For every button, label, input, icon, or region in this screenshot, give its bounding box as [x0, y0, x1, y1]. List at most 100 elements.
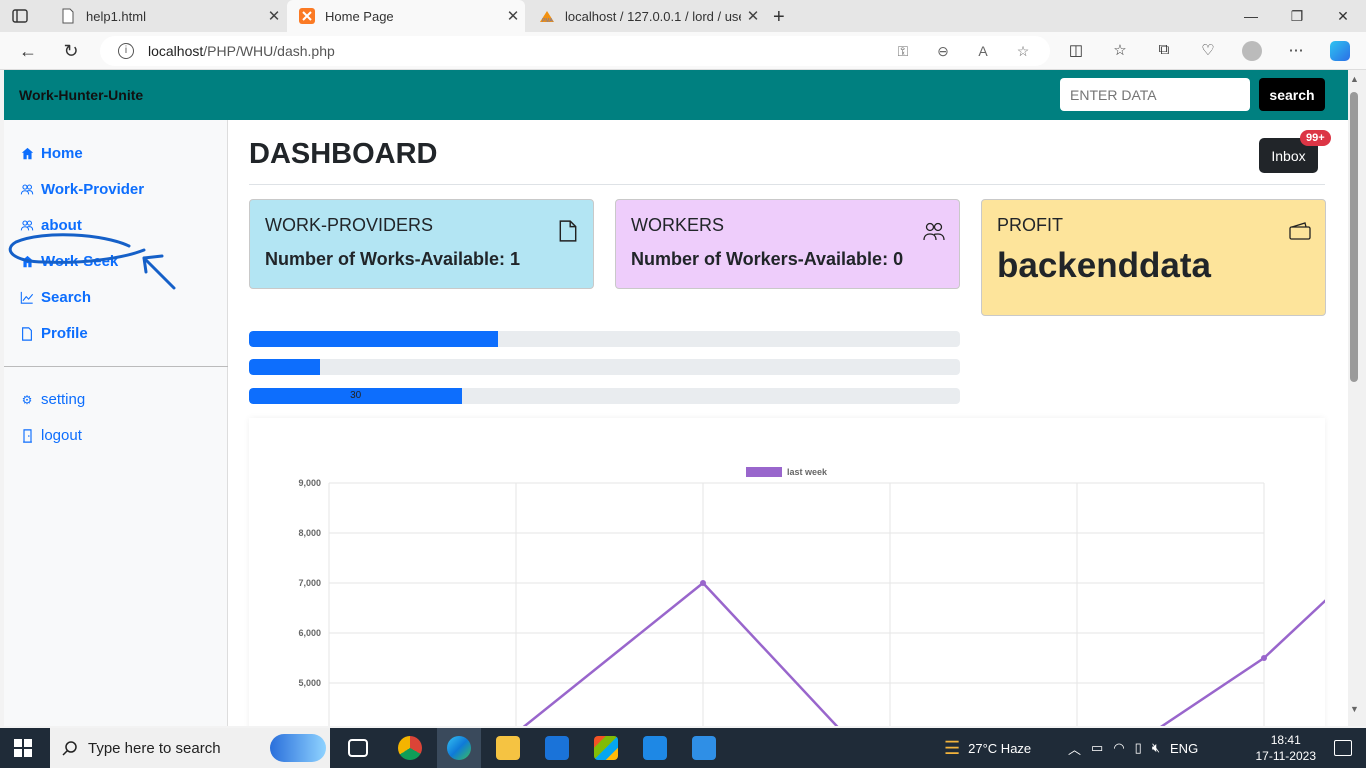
taskbar-search[interactable]: Type here to search: [50, 728, 330, 768]
page-title: DASHBOARD: [249, 138, 438, 170]
url-field[interactable]: i localhost/PHP/WHU/dash.php ⚿ ⊖ A ☆: [100, 36, 1050, 66]
scroll-down-icon[interactable]: ▼: [1350, 704, 1359, 714]
url-text: localhost/PHP/WHU/dash.php: [148, 43, 335, 59]
key-icon[interactable]: ⚿: [894, 43, 912, 59]
system-tray: ︿ ▭ ◠ ▯ 🔇︎ ENG: [1068, 728, 1198, 768]
chart-card: 9,0008,0007,0006,0005,0004,000last week: [249, 418, 1348, 726]
sidebar-item-label: Search: [41, 289, 92, 306]
url-host: localhost: [148, 43, 204, 59]
sidebar-item-search[interactable]: Search: [20, 289, 91, 306]
people-icon: [20, 219, 34, 233]
refresh-icon[interactable]: ↻: [61, 41, 81, 61]
vscode-icon[interactable]: [643, 736, 667, 760]
scroll-thumb[interactable]: [1350, 92, 1358, 382]
sidebar-item-profile[interactable]: Profile: [20, 325, 88, 342]
tab-actions-icon[interactable]: [12, 8, 28, 24]
sidebar-item-label: setting: [41, 391, 86, 408]
tab-title: help1.html: [86, 8, 146, 24]
clock-time: 18:41: [1270, 733, 1301, 747]
browser-tab-bar: help1.html ✕ Home Page ✕ PMA localhost /…: [0, 0, 1366, 32]
tab-phpmyadmin[interactable]: PMA localhost / 127.0.0.1 / lord / users…: [527, 0, 765, 32]
sidebar-item-label: Home: [41, 145, 83, 162]
sidebar-item-label: Profile: [41, 325, 88, 342]
close-tab-icon[interactable]: ✕: [741, 7, 765, 25]
people-icon: [923, 222, 945, 241]
back-arrow-icon[interactable]: ←: [18, 41, 38, 61]
sidebar-item-label: Work-Seek: [41, 253, 119, 270]
chevron-up-icon[interactable]: ︿: [1068, 739, 1081, 758]
volume-muted-icon[interactable]: 🔇︎: [1152, 740, 1160, 756]
photos-icon[interactable]: [692, 736, 716, 760]
tab-help1[interactable]: help1.html ✕: [48, 0, 286, 32]
windows-start-icon[interactable]: [14, 739, 32, 757]
sidebar-item-setting[interactable]: ⚙ setting: [20, 391, 86, 408]
info-icon[interactable]: i: [118, 43, 134, 59]
people-icon: [20, 183, 34, 197]
restore-icon[interactable]: ❐: [1274, 0, 1320, 32]
progress-fill: 30: [249, 388, 463, 404]
clock[interactable]: 18:41 17-11-2023: [1256, 732, 1317, 764]
tab-home-page[interactable]: Home Page ✕: [287, 0, 525, 32]
sidebar-item-logout[interactable]: logout: [20, 427, 82, 444]
zoom-out-icon[interactable]: ⊖: [934, 43, 952, 59]
workers-card: WORKERS Number of Workers-Available: 0: [615, 199, 960, 289]
sidebar-item-about[interactable]: about: [20, 217, 82, 234]
weather-text: 27°C Haze: [968, 740, 1032, 756]
y-tick-label: 5,000: [298, 678, 321, 688]
search-button[interactable]: search: [1259, 78, 1325, 111]
more-options-icon[interactable]: ⋯: [1286, 41, 1306, 61]
task-view-icon[interactable]: [348, 739, 368, 757]
close-window-icon[interactable]: ✕: [1320, 0, 1366, 32]
tab-title: Home Page: [325, 8, 394, 24]
store-icon[interactable]: [594, 736, 618, 760]
chrome-icon[interactable]: [398, 736, 422, 760]
file-explorer-icon[interactable]: [496, 736, 520, 760]
battery-icon[interactable]: ▭: [1091, 740, 1103, 756]
close-tab-icon[interactable]: ✕: [262, 7, 286, 25]
gear-icon: ⚙: [21, 392, 33, 407]
phpmyadmin-icon: PMA: [540, 11, 554, 24]
read-aloud-icon[interactable]: A: [974, 43, 992, 59]
wifi-icon[interactable]: ◠: [1113, 740, 1124, 756]
house-icon: [20, 255, 34, 269]
card-title: WORK-PROVIDERS: [265, 215, 434, 235]
profile-avatar-icon[interactable]: [1242, 41, 1262, 61]
card-value: Number of Works-Available: 1: [265, 249, 521, 269]
language-indicator[interactable]: ENG: [1170, 741, 1198, 756]
close-tab-icon[interactable]: ✕: [501, 7, 525, 25]
brand-name[interactable]: Work-Hunter-Unite: [19, 87, 143, 103]
minimize-icon[interactable]: —: [1228, 0, 1274, 32]
favorite-star-icon[interactable]: ☆: [1014, 43, 1032, 59]
data-point[interactable]: [1261, 655, 1267, 661]
mail-icon[interactable]: [545, 736, 569, 760]
split-screen-icon[interactable]: ◫: [1066, 41, 1086, 61]
favorites-icon[interactable]: ☆: [1110, 41, 1130, 61]
svg-text:PMA: PMA: [542, 18, 554, 24]
sidebar-item-label: Work-Provider: [41, 181, 145, 198]
weather-widget[interactable]: ☰ 27°C Haze: [944, 728, 1031, 768]
card-value: backenddata: [997, 246, 1211, 285]
data-point[interactable]: [700, 580, 706, 586]
y-tick-label: 6,000: [298, 628, 321, 638]
url-path: /PHP/WHU/dash.php: [203, 43, 335, 59]
device-icon[interactable]: ▯: [1135, 740, 1142, 756]
sidebar-item-home[interactable]: Home: [20, 145, 83, 162]
collections-icon[interactable]: ⧉: [1154, 41, 1174, 61]
series-line-last-week: [522, 577, 1348, 726]
clock-date: 17-11-2023: [1255, 749, 1317, 763]
sidebar-item-work-provider[interactable]: Work-Provider: [20, 181, 144, 198]
edge-icon[interactable]: [447, 736, 471, 760]
search-input[interactable]: [1060, 78, 1250, 111]
address-bar: ← ↻ i localhost/PHP/WHU/dash.php ⚿ ⊖ A ☆…: [0, 32, 1366, 70]
copilot-icon[interactable]: [1330, 41, 1350, 61]
new-tab-icon[interactable]: +: [773, 6, 785, 29]
notifications-icon[interactable]: [1334, 740, 1352, 756]
scroll-up-icon[interactable]: ▲: [1350, 74, 1359, 84]
legend-swatch[interactable]: [746, 467, 782, 477]
door-icon: [20, 428, 34, 443]
sidebar-item-work-seek[interactable]: Work-Seek: [20, 253, 118, 270]
heart-pulse-icon[interactable]: ♡: [1198, 41, 1218, 61]
legend-label[interactable]: last week: [787, 467, 828, 477]
file-icon: [559, 220, 577, 242]
work-providers-card: WORK-PROVIDERS Number of Works-Available…: [249, 199, 594, 289]
